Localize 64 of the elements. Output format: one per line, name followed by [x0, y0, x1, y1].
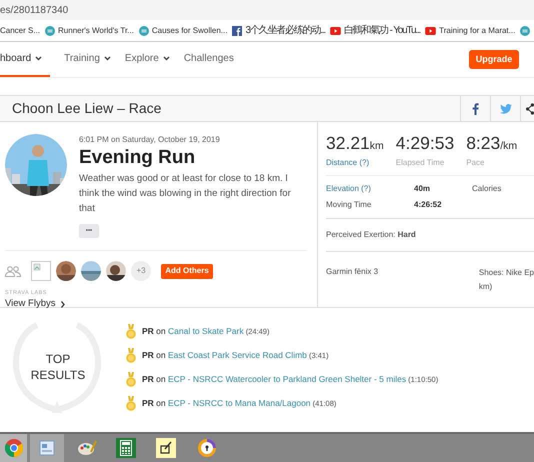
pencil-icon [159, 441, 173, 455]
stat-value: 8:23/km [466, 132, 518, 155]
stat-value: 4:26:52 [414, 199, 442, 211]
window-icon [39, 440, 55, 456]
play-icon [425, 26, 436, 34]
medal-icon [126, 372, 136, 386]
perceived-exertion: Perceived Exertion: Hard [326, 229, 417, 241]
flybys-link[interactable]: View Flybys [5, 297, 65, 312]
add-others-button[interactable]: Add Others [161, 264, 213, 278]
bookmark-link[interactable]: 3个久坐者必练的动... [245, 23, 325, 38]
nav-tab[interactable]: Explore [124, 42, 170, 77]
stat-label: Calories [472, 183, 502, 195]
nav-tab[interactable]: Challenges [184, 42, 234, 77]
bookmark-link[interactable]: Training for a Marat... [439, 24, 516, 36]
stat-value: 32.21km [326, 132, 384, 155]
browser-icon [4, 439, 22, 457]
facebook-icon [472, 102, 479, 114]
stat-label[interactable]: Elevation (?) [326, 183, 414, 195]
broken-image-icon [31, 261, 51, 281]
top-results-heading: TOP RESULTS [30, 351, 86, 383]
segment-link[interactable]: ECP - NSRCC to Mana Mana/Lagoon [168, 398, 311, 408]
shoes-info: Shoes: Nike Ep km) [478, 267, 534, 293]
bookmark-icon [520, 26, 530, 36]
nav-tab[interactable]: Training [64, 42, 111, 77]
stat-label: Elapsed Time [396, 157, 446, 169]
stat-label: Moving Time [326, 199, 372, 211]
bird-icon [500, 104, 512, 114]
stat-value: 40m [414, 183, 430, 195]
notes-taskbar-button[interactable] [156, 438, 176, 458]
bookmark-icon [45, 26, 56, 36]
activity-description: Weather was good or at least for close to 18 km. I think the wind was blowing in the right direction for that [79, 172, 292, 216]
browser-taskbar-button[interactable] [0, 434, 27, 462]
more-athletes-count[interactable]: +3 [131, 261, 151, 281]
segment-link[interactable]: Canal to Skate Park [168, 326, 244, 336]
url-text[interactable]: es/2801187340 [0, 2, 68, 18]
chevron-right-icon [60, 300, 65, 308]
nav-tab[interactable]: hboard [0, 42, 50, 77]
medal-icon [126, 348, 136, 362]
page-title: Choon Lee Liew – Race [11, 99, 162, 118]
bookmark-icon [138, 26, 149, 36]
segment-link[interactable]: ECP - NSRCC Watercooler to Parkland Green Shelter - 5 miles [168, 374, 406, 384]
share-icon [526, 102, 534, 114]
stat-label: Pace [466, 157, 486, 169]
calculator-taskbar-button[interactable] [116, 438, 136, 458]
stat-value: 4:29:53 [396, 132, 454, 155]
activity-title: Evening Run [79, 146, 196, 170]
medal-icon [126, 396, 136, 410]
bookmark-link[interactable]: Runner's World's Tr... [58, 24, 134, 36]
activity-time: 6:01 PM on Saturday, October 19, 2019 [79, 134, 221, 146]
segment-link[interactable]: East Coast Park Service Road Climb [168, 350, 307, 360]
facebook-icon [232, 26, 242, 36]
share-button[interactable] [520, 96, 534, 121]
device-name: Garmin fēnix 3 [326, 266, 380, 278]
upgrade-button[interactable]: Upgrade [469, 50, 519, 69]
people-icon [5, 266, 21, 276]
medal-icon [126, 324, 136, 338]
bookmark-link[interactable]: Causes for Swollen... [152, 24, 228, 36]
stat-label[interactable]: Distance (?) [326, 157, 384, 169]
bookmark-link[interactable]: 白鶴和氣功 - YouTu... [344, 23, 420, 38]
lock-icon[interactable] [197, 438, 217, 458]
palette-icon[interactable] [77, 440, 97, 456]
bookmark-link[interactable]: Cancer S... [0, 24, 40, 36]
play-icon [330, 26, 341, 34]
calculator-icon [120, 440, 132, 456]
